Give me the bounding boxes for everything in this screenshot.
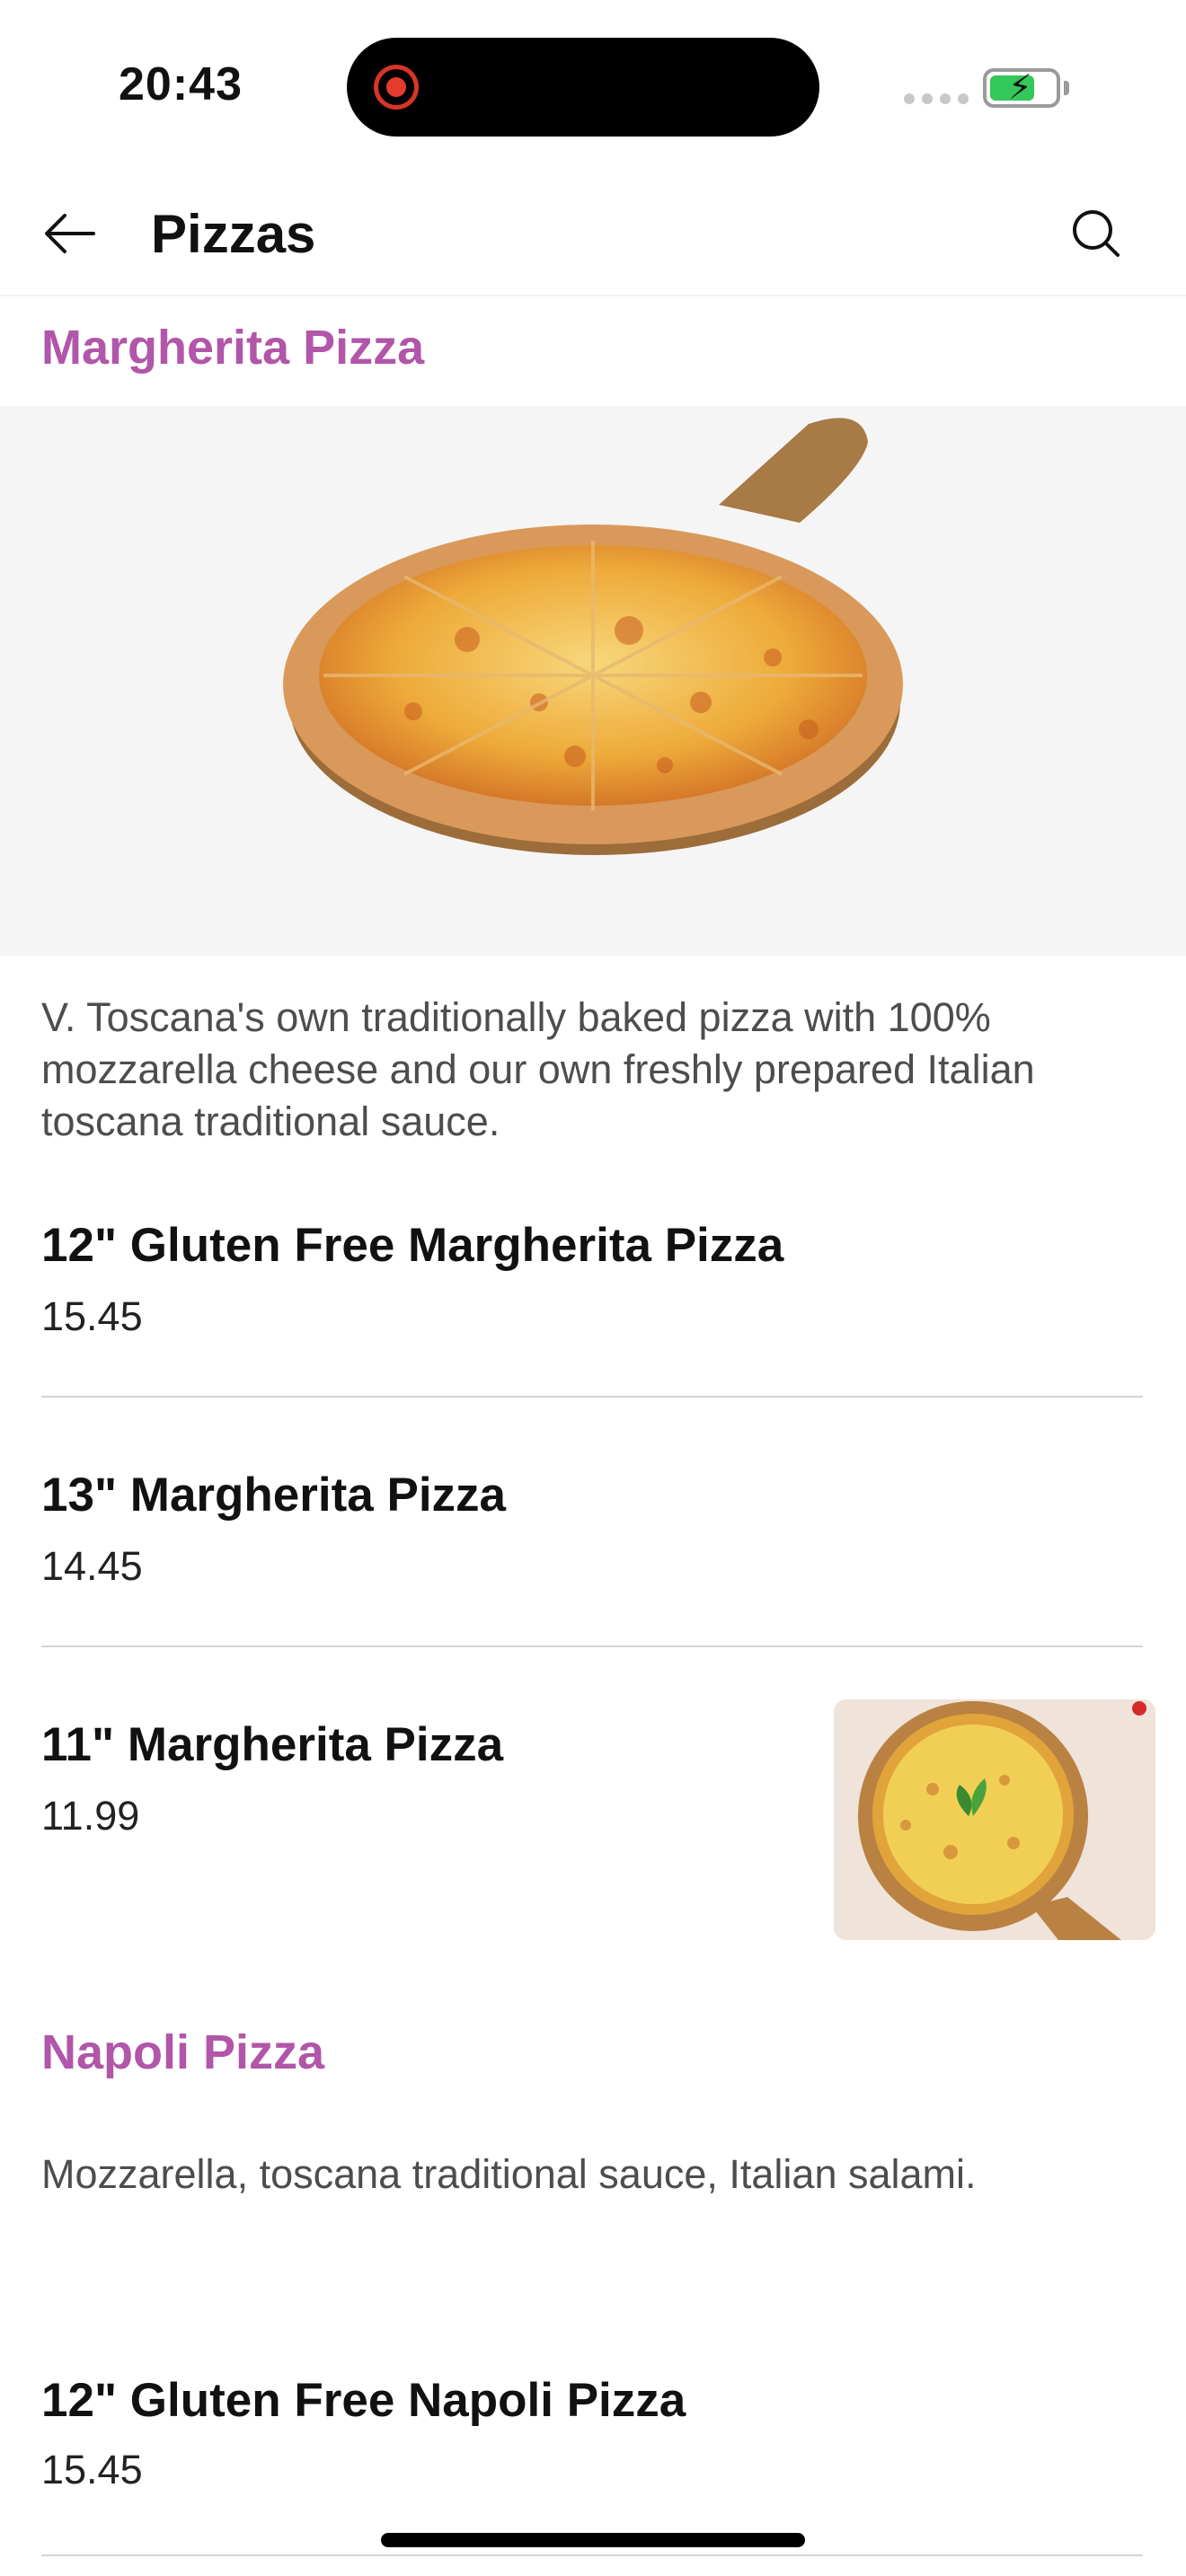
search-icon[interactable]	[1060, 198, 1132, 269]
home-indicator[interactable]	[381, 2533, 805, 2547]
item-price: 14.45	[41, 1543, 143, 1589]
item-name: 11" Margherita Pizza	[41, 1718, 504, 1771]
nav-header: Pizzas	[0, 171, 1186, 296]
item-price: 15.45	[41, 1293, 143, 1339]
pizzas-screen: 20:43 ⚡ Pizzas Margherita Pizza V. Tosca…	[0, 0, 1186, 2576]
section-title-margherita: Margherita Pizza	[41, 321, 425, 375]
dynamic-island	[347, 38, 819, 137]
section-description-margherita: V. Toscana's own traditionally baked piz…	[41, 994, 1035, 1144]
page-title: Pizzas	[151, 204, 316, 264]
battery-tip	[1064, 81, 1069, 95]
battery-charging-icon: ⚡	[983, 68, 1060, 108]
divider	[41, 1396, 1143, 1398]
item-price: 15.45	[41, 2447, 143, 2492]
cellular-signal-icon	[904, 93, 969, 104]
screen-recording-icon	[374, 65, 419, 110]
section-title-napoli: Napoli Pizza	[41, 2025, 325, 2079]
margherita-hero-image	[0, 406, 1186, 956]
divider	[41, 2554, 1143, 2556]
section-description-napoli: Mozzarella, toscana traditional sauce, I…	[41, 2151, 977, 2197]
status-time: 20:43	[119, 58, 243, 110]
divider	[41, 1645, 1143, 1647]
item-name: 13" Margherita Pizza	[41, 1469, 507, 1522]
item-price: 11.99	[41, 1793, 140, 1839]
item-name: 12" Gluten Free Margherita Pizza	[41, 1219, 784, 1272]
back-arrow-icon[interactable]	[36, 198, 108, 269]
item-thumbnail-image	[834, 1699, 1155, 1940]
item-name: 12" Gluten Free Napoli Pizza	[41, 2374, 686, 2427]
